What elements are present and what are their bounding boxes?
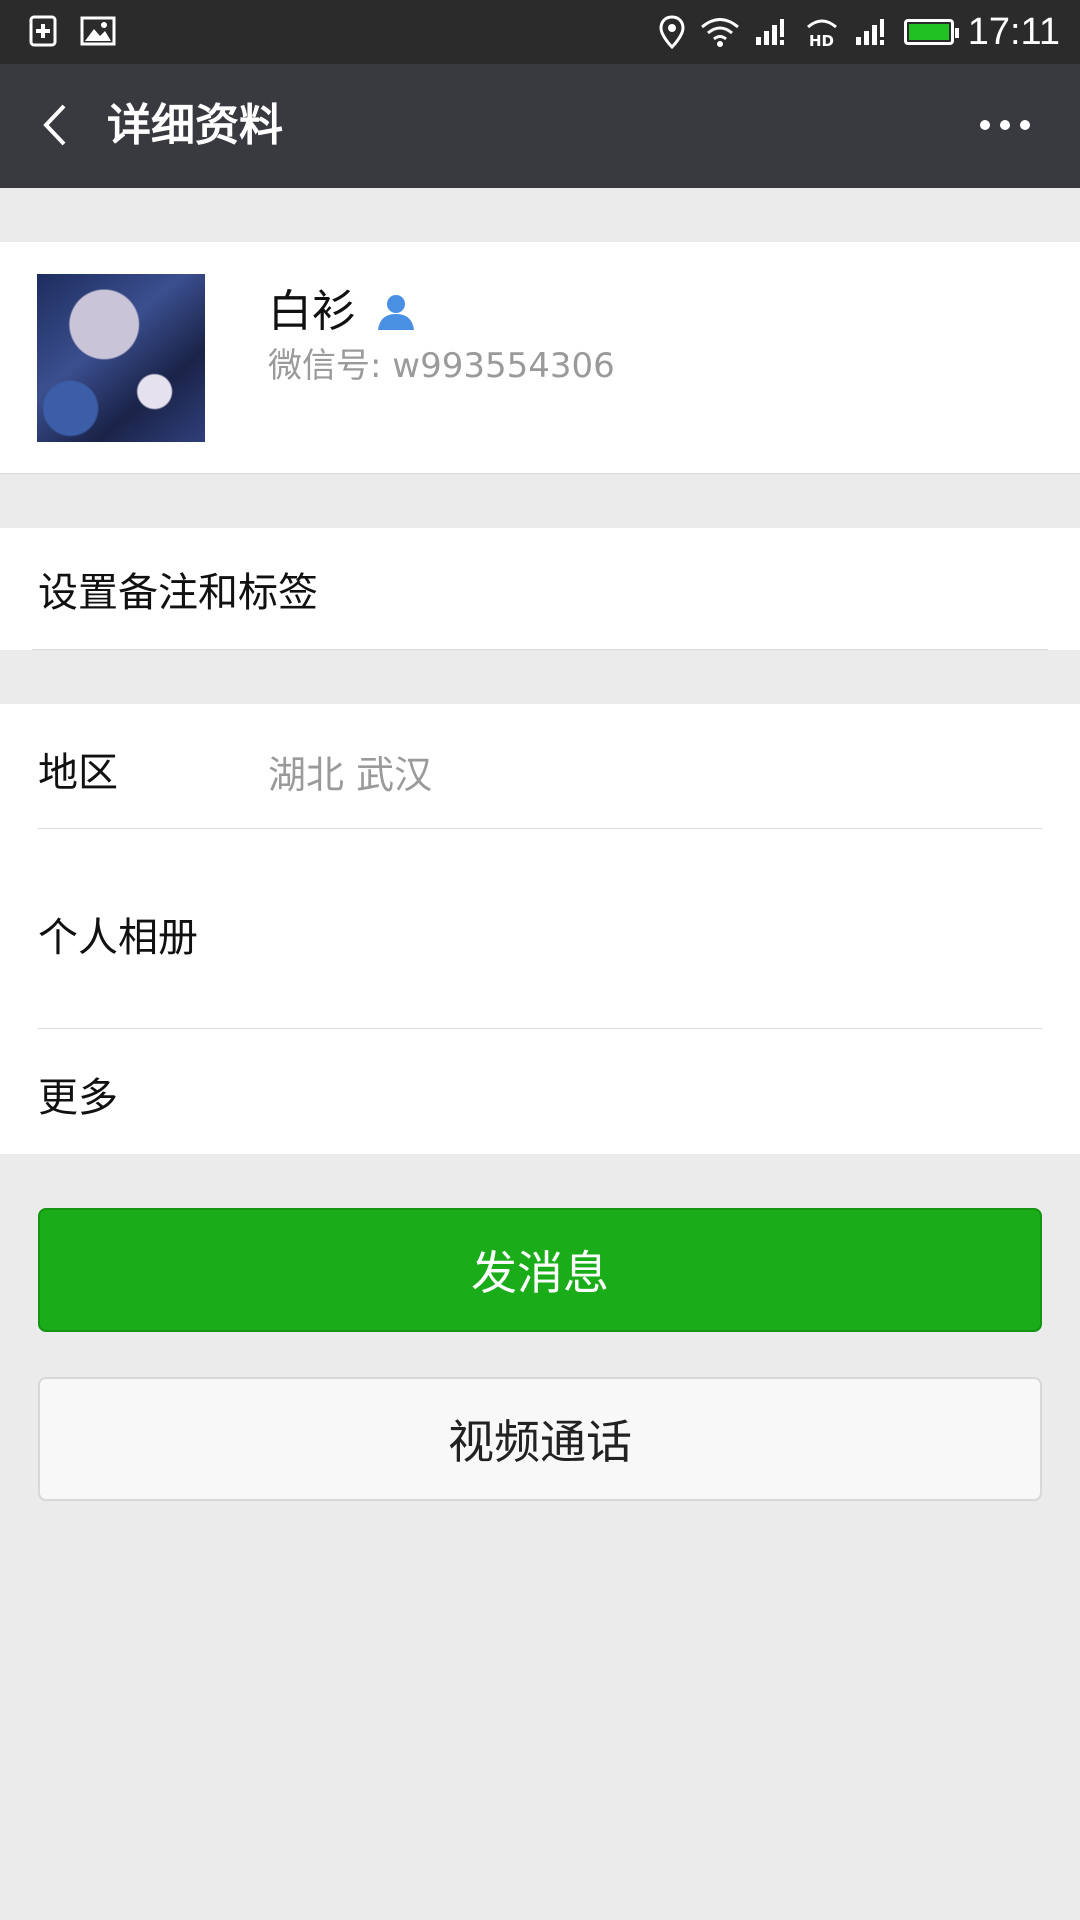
location-icon — [659, 15, 685, 49]
info-card: 地区 湖北 武汉 个人相册 更多 — [0, 704, 1080, 1154]
user-icon — [378, 295, 414, 330]
page-title: 详细资料 — [107, 100, 283, 151]
title-bar: 详细资料 — [0, 64, 1080, 188]
image-icon — [80, 16, 116, 46]
more-horizontal-icon[interactable] — [980, 110, 1040, 140]
video-call-button[interactable]: 视频通话 — [38, 1377, 1042, 1501]
more-label: 更多 — [38, 1075, 118, 1121]
status-right: HD 17:11 — [658, 0, 1060, 64]
region-label: 地区 — [38, 750, 118, 796]
wifi-icon — [700, 18, 739, 47]
album-row[interactable]: 个人相册 — [0, 829, 1080, 1028]
divider — [32, 649, 1048, 650]
hd-call-icon: HD — [806, 19, 837, 49]
album-label: 个人相册 — [38, 915, 198, 961]
signal-icon — [755, 19, 784, 45]
wechat-id: 微信号: w993554306 — [268, 346, 615, 386]
signal-icon — [855, 19, 884, 45]
sim-card-icon — [29, 15, 57, 47]
region-value: 湖北 武汉 — [268, 753, 433, 797]
region-row: 地区 湖北 武汉 — [0, 704, 1080, 828]
remark-label: 设置备注和标签 — [38, 570, 318, 616]
status-time: 17:11 — [967, 10, 1060, 53]
avatar[interactable] — [37, 274, 205, 442]
battery-icon — [903, 19, 959, 45]
contact-name: 白衫 — [268, 286, 356, 337]
chevron-left-icon[interactable] — [32, 100, 82, 150]
remark-row[interactable]: 设置备注和标签 — [0, 528, 1080, 650]
send-message-button[interactable]: 发消息 — [38, 1208, 1042, 1332]
status-left — [28, 14, 116, 48]
more-row[interactable]: 更多 — [0, 1029, 1080, 1154]
status-bar: HD 17:11 — [0, 0, 1080, 64]
svg-text:HD: HD — [809, 32, 834, 49]
